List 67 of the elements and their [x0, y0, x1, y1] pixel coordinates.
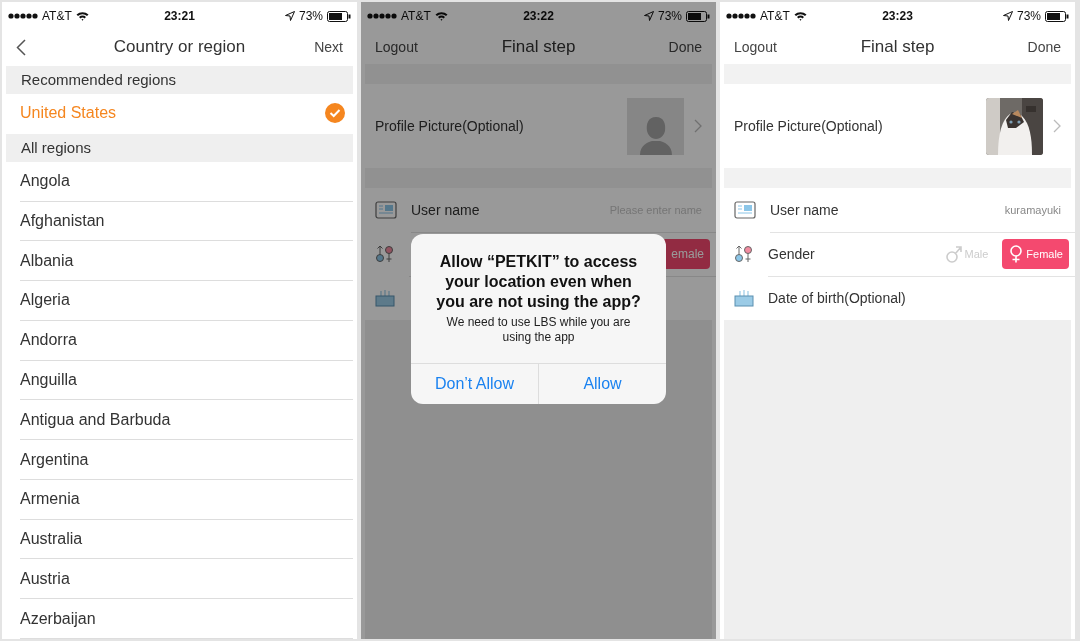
id-card-icon — [375, 201, 397, 219]
chevron-right-icon[interactable] — [1053, 119, 1061, 133]
battery-icon — [327, 10, 351, 22]
location-arrow-icon — [284, 11, 295, 21]
screen-title: Final step — [860, 37, 935, 57]
wifi-icon — [75, 11, 89, 21]
carrier-name: AT&T — [401, 9, 431, 23]
battery-icon — [686, 10, 710, 22]
region-item[interactable]: Albania — [20, 241, 353, 282]
region-item[interactable]: Armenia — [20, 479, 353, 520]
battery-percent: 73% — [1016, 9, 1041, 23]
person-silhouette-icon — [637, 114, 674, 155]
profile-picture-label: Profile Picture(Optional) — [734, 118, 883, 134]
signal-icon — [367, 13, 397, 19]
region-item[interactable]: Anguilla — [20, 360, 353, 401]
carrier-name: AT&T — [42, 9, 72, 23]
battery-percent: 73% — [298, 9, 323, 23]
gender-icon — [734, 244, 754, 264]
cake-icon — [734, 289, 754, 307]
status-time: 23:21 — [164, 9, 195, 23]
region-item[interactable]: Andorra — [20, 320, 353, 361]
region-item[interactable]: Azerbaijan — [20, 599, 353, 639]
region-item[interactable]: Australia — [20, 519, 353, 560]
nav-action-button[interactable]: Done — [1027, 37, 1061, 57]
region-item[interactable]: Algeria — [20, 281, 353, 321]
wifi-icon — [434, 11, 448, 21]
back-icon[interactable] — [16, 38, 26, 56]
region-item[interactable]: Argentina — [20, 440, 353, 480]
battery-icon — [1045, 10, 1069, 22]
cake-icon — [375, 289, 395, 307]
birth-date-label[interactable]: Date of birth(Optional) — [768, 290, 906, 306]
alert-button[interactable]: Don’t Allow — [411, 364, 538, 404]
nav-action-button[interactable]: Done — [668, 37, 702, 57]
logout-button[interactable]: Logout — [734, 37, 777, 57]
battery-percent: 73% — [657, 9, 682, 23]
username-field[interactable]: kuramayuki — [911, 201, 1069, 218]
gender-icon — [375, 244, 395, 264]
region-item[interactable]: Angola — [20, 161, 353, 202]
wifi-icon — [793, 11, 807, 21]
location-arrow-icon — [643, 11, 654, 21]
username-label: User name — [411, 201, 480, 218]
gender-label: Gender — [768, 245, 815, 262]
gender-symbol-icon — [1008, 244, 1025, 263]
alert-message: We need to use LBS while you are using the app — [445, 315, 632, 345]
alert-title: Allow “PETKIT” to access your location even when you are not using the app? — [435, 252, 642, 312]
signal-icon — [8, 13, 38, 19]
region-item[interactable]: Austria — [20, 559, 353, 600]
section-header: All regions — [6, 133, 353, 162]
signal-icon — [726, 13, 756, 19]
id-card-icon — [734, 201, 756, 219]
nav-action-button[interactable]: Next — [314, 37, 343, 57]
alert-button[interactable]: Allow — [538, 364, 666, 404]
chevron-right-icon[interactable] — [694, 119, 702, 133]
section-header: Recommended regions — [6, 66, 353, 94]
region-item[interactable]: Afghanistan — [20, 201, 353, 242]
screen-title: Final step — [501, 37, 576, 57]
username-label: User name — [770, 201, 839, 218]
status-time: 23:23 — [882, 9, 913, 23]
check-icon — [325, 102, 345, 123]
gender-symbol-icon — [946, 244, 963, 263]
logout-button[interactable]: Logout — [375, 37, 418, 57]
carrier-name: AT&T — [760, 9, 790, 23]
region-item[interactable]: Antigua and Barbuda — [20, 400, 353, 441]
screen-title: Country or region — [113, 37, 246, 57]
profile-picture-label: Profile Picture(Optional) — [375, 118, 524, 134]
location-arrow-icon — [1002, 11, 1013, 21]
status-time: 23:22 — [523, 9, 554, 23]
